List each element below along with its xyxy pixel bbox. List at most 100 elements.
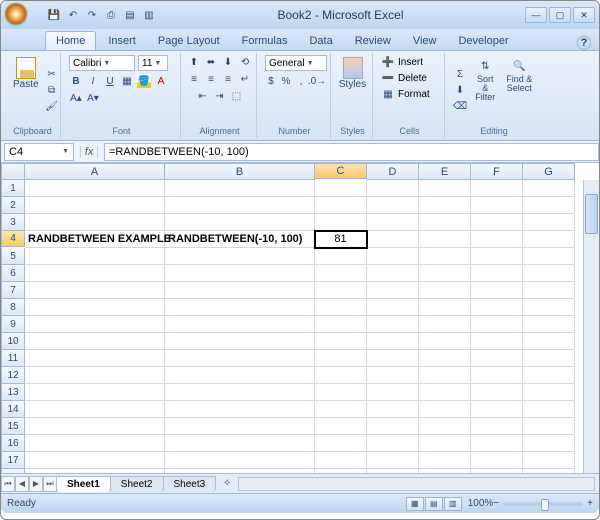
- column-header-A[interactable]: A: [25, 163, 165, 180]
- save-icon[interactable]: 💾: [47, 8, 61, 22]
- cell-B15[interactable]: [165, 418, 315, 435]
- cell-B10[interactable]: [165, 333, 315, 350]
- cell-G7[interactable]: [523, 282, 575, 299]
- cell-B8[interactable]: [165, 299, 315, 316]
- cell-A12[interactable]: [25, 367, 165, 384]
- cell-G4[interactable]: [523, 231, 575, 248]
- row-header-7[interactable]: 7: [1, 282, 25, 299]
- cell-D10[interactable]: [367, 333, 419, 350]
- cell-E18[interactable]: [419, 469, 471, 473]
- cell-B18[interactable]: [165, 469, 315, 473]
- cell-G17[interactable]: [523, 452, 575, 469]
- name-box[interactable]: C4▼: [4, 143, 74, 161]
- cell-B16[interactable]: [165, 435, 315, 452]
- fx-button[interactable]: fx: [80, 146, 98, 158]
- delete-cells-button[interactable]: ➖Delete: [381, 71, 427, 85]
- cell-C5[interactable]: [315, 248, 367, 265]
- sheet-tab-1[interactable]: Sheet1: [56, 476, 111, 492]
- cell-C13[interactable]: [315, 384, 367, 401]
- align-left-icon[interactable]: ≡: [187, 72, 201, 86]
- cell-A1[interactable]: [25, 180, 165, 197]
- tab-developer[interactable]: Developer: [448, 32, 518, 50]
- cell-B4[interactable]: RANDBETWEEN(-10, 100): [165, 231, 315, 248]
- cell-F3[interactable]: [471, 214, 523, 231]
- formula-input[interactable]: =RANDBETWEEN(-10, 100): [104, 143, 599, 161]
- merge-icon[interactable]: ⬚: [230, 89, 244, 103]
- zoom-level[interactable]: 100%: [468, 498, 494, 509]
- row-header-9[interactable]: 9: [1, 316, 25, 333]
- cell-E1[interactable]: [419, 180, 471, 197]
- styles-button[interactable]: Styles: [339, 55, 366, 92]
- column-header-C[interactable]: C: [315, 163, 367, 179]
- cell-G6[interactable]: [523, 265, 575, 282]
- tab-review[interactable]: Review: [345, 32, 401, 50]
- cell-C14[interactable]: [315, 401, 367, 418]
- undo-icon[interactable]: ↶: [66, 8, 80, 22]
- page-layout-view-icon[interactable]: ▤: [425, 497, 443, 511]
- cell-C11[interactable]: [315, 350, 367, 367]
- indent-increase-icon[interactable]: ⇥: [213, 89, 227, 103]
- column-header-G[interactable]: G: [523, 163, 575, 180]
- cell-F17[interactable]: [471, 452, 523, 469]
- cell-C4[interactable]: 81: [315, 231, 367, 248]
- cell-E3[interactable]: [419, 214, 471, 231]
- normal-view-icon[interactable]: ▦: [406, 497, 424, 511]
- cell-A13[interactable]: [25, 384, 165, 401]
- cell-D9[interactable]: [367, 316, 419, 333]
- cell-F1[interactable]: [471, 180, 523, 197]
- copy-icon[interactable]: ⧉: [45, 84, 59, 98]
- cell-E14[interactable]: [419, 401, 471, 418]
- tab-insert[interactable]: Insert: [98, 32, 146, 50]
- cell-C10[interactable]: [315, 333, 367, 350]
- cell-B3[interactable]: [165, 214, 315, 231]
- cell-B14[interactable]: [165, 401, 315, 418]
- sheet-tab-3[interactable]: Sheet3: [163, 476, 217, 492]
- format-painter-icon[interactable]: 🖌: [45, 100, 59, 114]
- font-size-select[interactable]: 11▼: [138, 55, 168, 71]
- cell-E13[interactable]: [419, 384, 471, 401]
- new-sheet-icon[interactable]: ✧: [220, 477, 234, 491]
- cell-C17[interactable]: [315, 452, 367, 469]
- horizontal-scrollbar[interactable]: [238, 477, 595, 491]
- cell-G13[interactable]: [523, 384, 575, 401]
- row-header-8[interactable]: 8: [1, 299, 25, 316]
- cell-A9[interactable]: [25, 316, 165, 333]
- sheet-tab-2[interactable]: Sheet2: [110, 476, 164, 492]
- format-cells-button[interactable]: ▦Format: [381, 87, 430, 101]
- cell-A11[interactable]: [25, 350, 165, 367]
- cell-A16[interactable]: [25, 435, 165, 452]
- select-all-corner[interactable]: [1, 163, 25, 180]
- row-header-3[interactable]: 3: [1, 214, 25, 231]
- align-center-icon[interactable]: ≡: [204, 72, 218, 86]
- cell-B11[interactable]: [165, 350, 315, 367]
- cell-F7[interactable]: [471, 282, 523, 299]
- cell-A8[interactable]: [25, 299, 165, 316]
- cell-G9[interactable]: [523, 316, 575, 333]
- cell-A2[interactable]: [25, 197, 165, 214]
- cell-D14[interactable]: [367, 401, 419, 418]
- office-button[interactable]: [5, 3, 41, 27]
- cell-E9[interactable]: [419, 316, 471, 333]
- cell-G5[interactable]: [523, 248, 575, 265]
- italic-button[interactable]: I: [86, 74, 100, 88]
- tab-home[interactable]: Home: [45, 31, 96, 50]
- zoom-out-button[interactable]: −: [493, 498, 499, 509]
- cell-D17[interactable]: [367, 452, 419, 469]
- increase-decimal-icon[interactable]: .0→: [310, 74, 324, 88]
- row-header-1[interactable]: 1: [1, 180, 25, 197]
- cell-D6[interactable]: [367, 265, 419, 282]
- row-header-17[interactable]: 17: [1, 452, 25, 469]
- cell-B13[interactable]: [165, 384, 315, 401]
- row-header-16[interactable]: 16: [1, 435, 25, 452]
- cell-E12[interactable]: [419, 367, 471, 384]
- grid[interactable]: ABCDEFG1234RANDBETWEEN EXAMPLERANDBETWEE…: [1, 163, 599, 473]
- open-icon[interactable]: ▥: [142, 8, 156, 22]
- column-header-D[interactable]: D: [367, 163, 419, 180]
- cell-F11[interactable]: [471, 350, 523, 367]
- cell-D15[interactable]: [367, 418, 419, 435]
- page-break-view-icon[interactable]: ▥: [444, 497, 462, 511]
- scroll-thumb[interactable]: [585, 194, 598, 234]
- vertical-scrollbar[interactable]: [583, 180, 599, 473]
- percent-icon[interactable]: %: [280, 74, 292, 88]
- cell-B6[interactable]: [165, 265, 315, 282]
